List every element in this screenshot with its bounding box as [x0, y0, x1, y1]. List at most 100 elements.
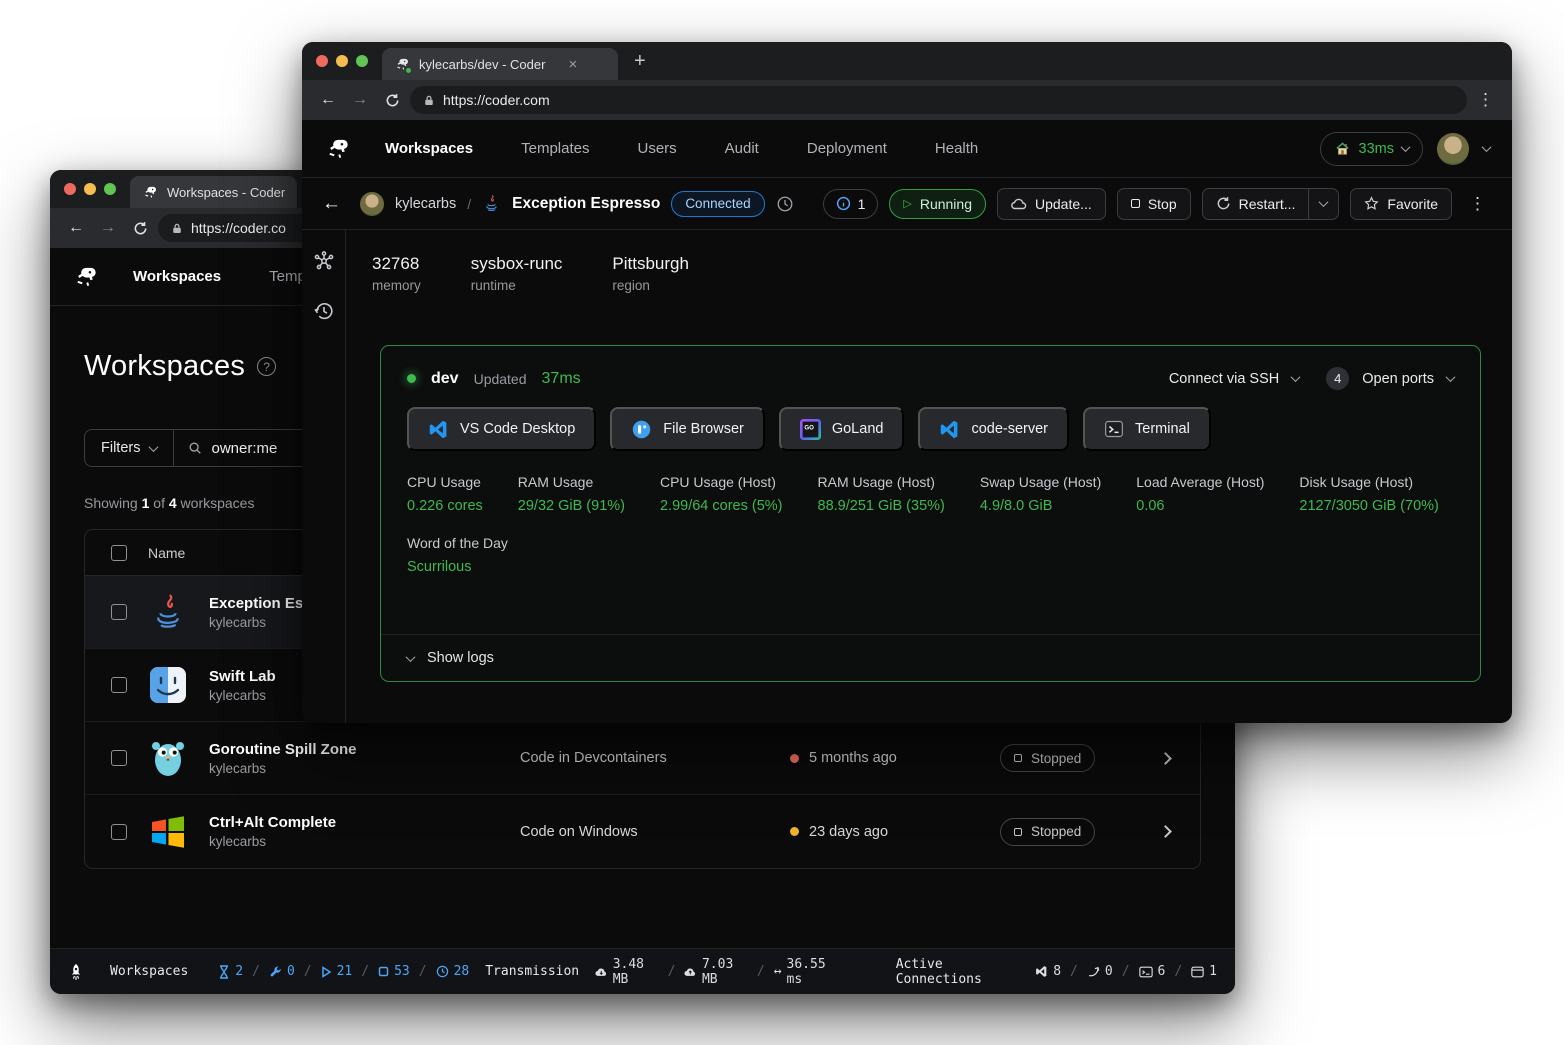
nav-item-health[interactable]: Health — [935, 140, 978, 157]
stopped-count: 53 — [378, 964, 410, 979]
minimize-window-button[interactable] — [84, 183, 96, 195]
restart-icon — [1216, 196, 1231, 211]
last-built: 23 days ago — [790, 824, 888, 840]
table-row[interactable]: Ctrl+Alt Complete kylecarbs Code on Wind… — [85, 795, 1200, 868]
template-name: Code on Windows — [520, 824, 638, 840]
back-arrow-icon[interactable]: ← — [322, 193, 341, 215]
url-text: https://coder.com — [443, 92, 550, 108]
show-logs-toggle[interactable]: Show logs — [381, 634, 1480, 681]
nav-item-audit[interactable]: Audit — [725, 140, 759, 157]
back-nav-icon[interactable]: ← — [314, 91, 342, 109]
coder-logo-icon[interactable] — [72, 263, 99, 290]
zoom-window-button[interactable] — [356, 55, 368, 67]
nav-item-users[interactable]: Users — [637, 140, 676, 157]
cloud-icon — [1011, 198, 1027, 210]
filters-dropdown[interactable]: Filters — [85, 430, 174, 466]
build-timeline-icon[interactable] — [776, 195, 794, 213]
nav-item-templates[interactable]: Templates — [521, 140, 589, 157]
window-controls — [64, 183, 116, 195]
nav-item-workspaces[interactable]: Workspaces — [133, 268, 221, 285]
help-icon[interactable]: ? — [257, 357, 276, 376]
restart-button-group: Restart... — [1202, 188, 1340, 220]
tab-strip: kylecarbs/dev - Coder × + — [302, 42, 1512, 80]
row-checkbox[interactable] — [111, 604, 127, 620]
workspace-owner: kylecarbs — [209, 834, 336, 849]
row-checkbox[interactable] — [111, 677, 127, 693]
open-ports-dropdown[interactable]: Open ports — [1362, 371, 1434, 387]
reload-icon[interactable] — [378, 93, 406, 108]
restart-options-button[interactable] — [1309, 188, 1339, 220]
path-separator: / — [467, 196, 471, 212]
search-value: owner:me — [211, 440, 277, 457]
nav-item-deployment[interactable]: Deployment — [807, 140, 887, 157]
workspace-name: Goroutine Spill Zone — [209, 741, 357, 758]
chevron-down-icon[interactable] — [1482, 142, 1492, 152]
connect-ssh-dropdown[interactable]: Connect via SSH — [1169, 371, 1279, 387]
reload-icon[interactable] — [126, 221, 154, 236]
restart-button[interactable]: Restart... — [1202, 188, 1310, 220]
status-badge: Stopped — [1000, 818, 1095, 846]
failed-count: 28 — [436, 964, 470, 979]
vscode-connections: 8 — [1035, 964, 1061, 979]
agent-stats: CPU Usage 0.226 cores RAM Usage 29/32 Gi… — [381, 451, 1480, 514]
goland-button[interactable]: GO GoLand — [779, 407, 905, 451]
left-right-arrow-icon: ↔ — [774, 964, 782, 979]
close-window-button[interactable] — [64, 183, 76, 195]
stat-cpu: CPU Usage 0.226 cores — [407, 474, 483, 514]
user-avatar[interactable] — [1437, 133, 1469, 165]
chevron-down-icon — [1401, 142, 1411, 152]
favorite-button[interactable]: Favorite — [1350, 188, 1452, 220]
minimize-window-button[interactable] — [336, 55, 348, 67]
status-app-label: Workspaces — [110, 964, 188, 979]
code-server-button[interactable]: code-server — [918, 407, 1069, 451]
vscode-desktop-button[interactable]: VS Code Desktop — [407, 407, 596, 451]
latency-dropdown[interactable]: 33ms — [1320, 132, 1423, 166]
nav-item-workspaces[interactable]: Workspaces — [385, 140, 473, 157]
chevron-down-icon[interactable] — [1291, 372, 1301, 382]
address-bar[interactable]: https://coder.com — [410, 86, 1467, 114]
select-all-checkbox[interactable] — [111, 545, 127, 561]
chevron-right-icon[interactable] — [1159, 752, 1172, 765]
building-count: 0 — [269, 964, 295, 979]
back-nav-icon[interactable]: ← — [62, 219, 90, 237]
coder-logo-icon[interactable] — [324, 135, 351, 162]
stop-button[interactable]: Stop — [1117, 188, 1191, 220]
browser-menu-icon[interactable]: ⋮ — [1471, 90, 1500, 110]
terminal-connections: 6 — [1139, 964, 1166, 979]
terminal-icon — [1139, 966, 1153, 978]
outdated-indicator[interactable]: 1 — [823, 189, 879, 219]
row-checkbox[interactable] — [111, 824, 127, 840]
browser-tab[interactable]: kylecarbs/dev - Coder × — [382, 48, 618, 80]
lock-icon — [171, 222, 183, 235]
terminal-button[interactable]: Terminal — [1083, 407, 1211, 451]
status-bar: Workspaces 2 0 21 53 — [50, 948, 1235, 994]
ssh-connections: 0 — [1087, 964, 1113, 979]
chevron-right-icon[interactable] — [1159, 825, 1172, 838]
stop-square-icon — [1014, 754, 1022, 762]
forward-nav-icon[interactable]: → — [94, 219, 122, 237]
workspace-owner[interactable]: kylecarbs — [395, 196, 456, 212]
stop-square-icon — [378, 966, 389, 977]
file-browser-button[interactable]: File Browser — [610, 407, 765, 451]
table-row[interactable]: Goroutine Spill Zone kylecarbs Code in D… — [85, 722, 1200, 795]
meta-runtime: sysbox-runc runtime — [471, 254, 563, 293]
row-checkbox[interactable] — [111, 750, 127, 766]
upload-stat: 7.03 MB — [684, 957, 747, 987]
close-window-button[interactable] — [316, 55, 328, 67]
resources-icon[interactable] — [313, 250, 335, 272]
window-controls — [316, 55, 368, 67]
browser-tab[interactable]: Workspaces - Coder — [130, 176, 297, 208]
history-icon[interactable] — [313, 300, 335, 322]
new-tab-button[interactable]: + — [634, 50, 646, 73]
chevron-down-icon[interactable] — [1446, 372, 1456, 382]
lock-icon — [423, 94, 435, 107]
workspace-menu-icon[interactable]: ⋮ — [1463, 194, 1492, 214]
close-tab-icon[interactable]: × — [568, 56, 577, 73]
zoom-window-button[interactable] — [104, 183, 116, 195]
update-button[interactable]: Update... — [997, 188, 1106, 220]
chevron-down-icon — [149, 442, 159, 452]
meta-region: Pittsburgh region — [612, 254, 689, 293]
cloud-download-icon — [595, 966, 608, 978]
forward-nav-icon[interactable]: → — [346, 91, 374, 109]
workspace-owner: kylecarbs — [209, 761, 357, 776]
